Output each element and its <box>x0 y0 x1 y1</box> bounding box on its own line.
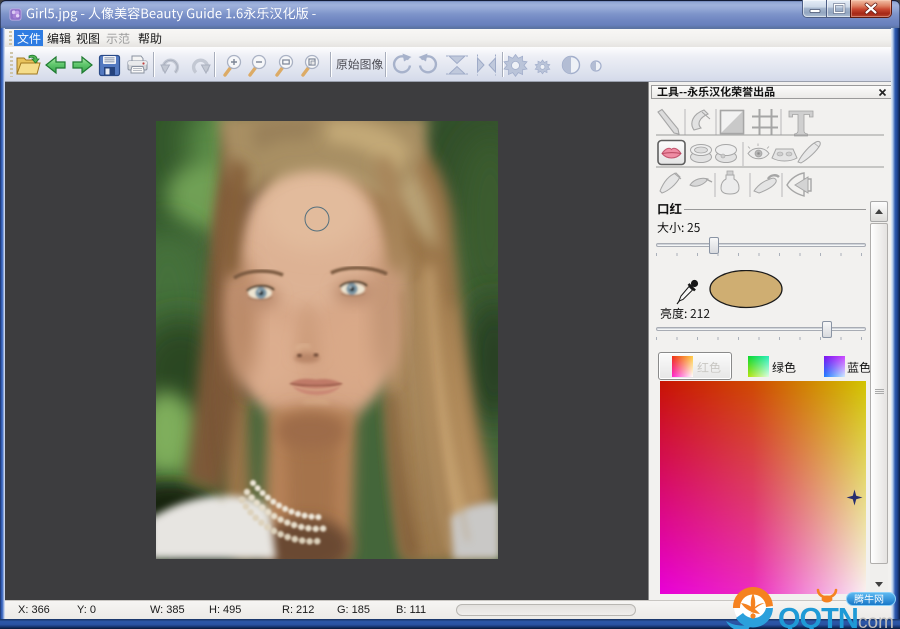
svg-text:QQTN: QQTN <box>778 603 858 629</box>
svg-text:com: com <box>858 612 894 629</box>
